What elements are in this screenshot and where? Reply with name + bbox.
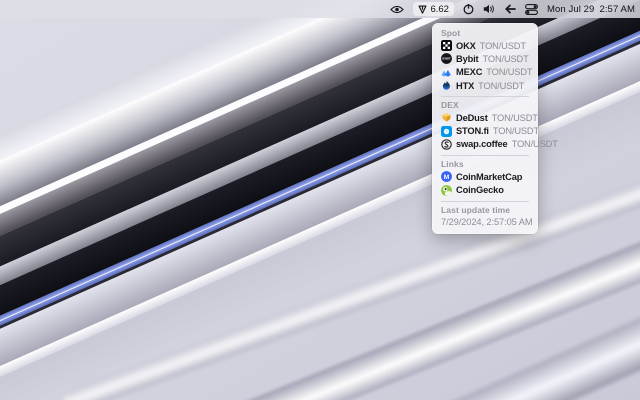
clock-time: 2:57 AM (599, 4, 635, 15)
dedust-icon (441, 112, 452, 123)
wallpaper (0, 0, 640, 400)
menubar: 6.62 (0, 0, 640, 18)
clock-date: Mon Jul 29 (547, 4, 594, 15)
exchange-name: Bybit (456, 54, 479, 64)
coinmarketcap-icon: M (441, 171, 452, 182)
trading-pair: TON/USDT (483, 54, 529, 64)
menu-item-coinmarketcap[interactable]: M CoinMarketCap (441, 170, 533, 183)
menu-item-coingecko[interactable]: CoinGecko (441, 183, 533, 196)
eye-icon[interactable] (390, 0, 404, 18)
menu-item-htx[interactable]: HTX TON/USDT (441, 79, 533, 92)
link-name: CoinGecko (456, 185, 504, 195)
menu-divider (441, 155, 529, 156)
volume-icon[interactable] (483, 0, 495, 18)
wallpaper-chrome-bands (0, 0, 640, 400)
svg-text:M: M (444, 174, 450, 181)
menu-divider (441, 201, 529, 202)
svg-text:BYBIT: BYBIT (442, 57, 450, 61)
mexc-icon (441, 67, 452, 78)
last-update-timestamp: 7/29/2024, 2:57:05 AM (441, 216, 533, 229)
htx-icon (441, 80, 452, 91)
menu-item-bybit[interactable]: BYBIT Bybit TON/USDT (441, 52, 533, 65)
section-header-spot: Spot (441, 27, 533, 39)
power-toggle-icon[interactable] (463, 0, 474, 18)
ton-price-menubar-item[interactable]: 6.62 (413, 2, 454, 16)
exchange-name: OKX (456, 41, 476, 51)
trading-pair: TON/USDT (480, 41, 526, 51)
ton-price-value: 6.62 (430, 4, 449, 15)
trading-pair: TON/USDT (478, 81, 524, 91)
menu-divider (441, 96, 529, 97)
menu-item-stonfi[interactable]: STON.fi TON/USDT (441, 124, 533, 137)
arrow-left-icon[interactable] (504, 0, 516, 18)
desktop: 6.62 (0, 0, 640, 400)
stonfi-icon (441, 126, 452, 137)
exchange-name: HTX (456, 81, 474, 91)
menu-item-mexc[interactable]: MEXC TON/USDT (441, 66, 533, 79)
swapcoffee-icon (441, 139, 452, 150)
section-header-last-update: Last update time (441, 204, 533, 216)
coingecko-icon (441, 185, 452, 196)
link-name: CoinMarketCap (456, 172, 522, 182)
exchange-name: swap.coffee (456, 139, 508, 149)
trading-pair: TON/USDT (486, 67, 532, 77)
trading-pair: TON/USDT (493, 126, 539, 136)
okx-icon (441, 40, 452, 51)
ton-price-dropdown-menu: Spot OKX TON/USDT BYBIT Bybit (432, 23, 538, 234)
menu-item-okx[interactable]: OKX TON/USDT (441, 39, 533, 52)
menubar-clock[interactable]: Mon Jul 29 2:57 AM (547, 4, 635, 15)
menu-item-swapcoffee[interactable]: swap.coffee TON/USDT (441, 138, 533, 151)
bybit-icon: BYBIT (441, 53, 452, 64)
exchange-name: STON.fi (456, 126, 489, 136)
exchange-name: DeDust (456, 113, 488, 123)
trading-pair: TON/USDT (492, 113, 538, 123)
section-header-dex: DEX (441, 99, 533, 111)
section-header-links: Links (441, 158, 533, 170)
control-center-icon[interactable] (525, 0, 538, 18)
trading-pair: TON/USDT (512, 139, 558, 149)
ton-logo-icon (418, 5, 427, 14)
menu-item-dedust[interactable]: DeDust TON/USDT (441, 111, 533, 124)
exchange-name: MEXC (456, 67, 482, 77)
